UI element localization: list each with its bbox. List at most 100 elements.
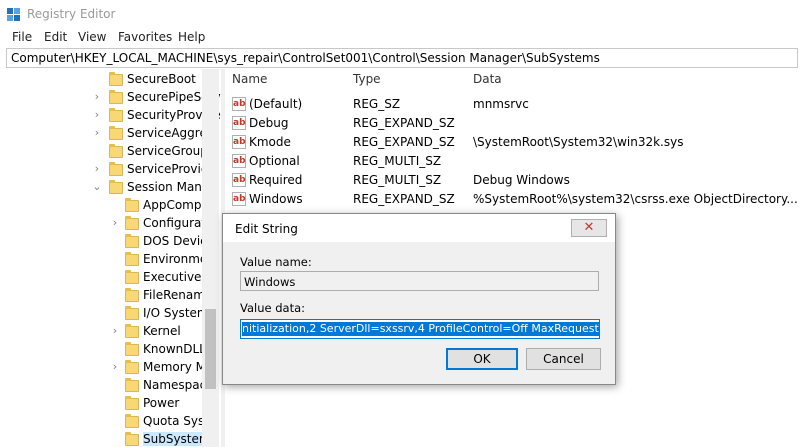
tree-scrollbar[interactable] [202,69,219,447]
tree-item[interactable]: FileRename [0,287,212,305]
value-type: REG_MULTI_SZ [353,173,442,187]
scrollbar-thumb[interactable] [205,309,216,389]
menu-edit[interactable]: Edit [44,30,67,44]
tree-item[interactable]: › Configurati [0,215,210,233]
tree-item[interactable]: AppCompa [0,197,210,215]
dialog-title-bar[interactable]: Edit String ✕ [223,214,615,242]
folder-icon [125,324,139,338]
value-data-label: Value data: [240,301,306,315]
folder-icon [125,306,139,320]
column-header-type[interactable]: Type [353,72,381,86]
tree-item[interactable]: DOS Device [0,233,214,251]
tree-item-selected[interactable]: SubSystems [0,431,217,447]
string-value-icon: ab [232,116,246,130]
tree-item[interactable]: › SecurePipeServ [0,89,221,107]
tree-item-label: Executive [143,270,202,284]
tree-item[interactable]: Namespace [0,377,214,395]
chevron-down-icon[interactable]: ⌄ [92,180,102,194]
menu-view[interactable]: View [78,30,106,44]
menu-bar: File Edit View Favorites Help [0,28,802,48]
chevron-right-icon[interactable]: › [110,360,120,374]
folder-icon [125,360,139,374]
value-name-field: Windows [240,271,599,291]
chevron-right-icon[interactable]: › [92,90,102,104]
tree-item[interactable]: › SecurityProvide [0,107,221,125]
value-data-text: nitialization,2 ServerDll=sxssrv,4 Profi… [242,322,599,336]
value-type: REG_SZ [353,97,401,111]
cancel-button[interactable]: Cancel [526,348,601,370]
string-value-icon: ab [232,97,246,111]
tree-item[interactable]: › ServiceAggreg [0,125,214,143]
value-type: REG_EXPAND_SZ [353,135,455,149]
value-data: %SystemRoot%\system32\csrss.exe ObjectDi… [473,192,798,206]
folder-icon [125,342,139,356]
value-row[interactable]: ab Windows REG_EXPAND_SZ %SystemRoot%\sy… [225,190,802,209]
folder-open-icon [109,180,123,194]
value-type: REG_MULTI_SZ [353,154,442,168]
string-value-icon: ab [232,192,246,206]
tree-item[interactable]: › ServiceProvide [0,161,216,179]
chevron-right-icon[interactable]: › [92,126,102,140]
value-row[interactable]: ab (Default) REG_SZ mnmsrvc [225,95,802,114]
tree-item[interactable]: I/O System [0,305,210,323]
chevron-right-icon[interactable]: › [110,216,120,230]
tree-item-label: I/O System [143,306,209,320]
registry-editor-icon [7,8,20,21]
folder-icon [125,216,139,230]
ok-button[interactable]: OK [446,348,518,370]
value-name-label: Value name: [240,255,312,269]
menu-file[interactable]: File [12,30,32,44]
string-value-icon: ab [232,154,246,168]
chevron-right-icon[interactable]: › [110,324,120,338]
tree-item[interactable]: Power [0,395,210,413]
value-row[interactable]: ab Kmode REG_EXPAND_SZ \SystemRoot\Syste… [225,133,802,152]
value-name: Windows [249,192,303,206]
menu-favorites[interactable]: Favorites [118,30,172,44]
close-icon[interactable]: ✕ [571,219,607,237]
folder-icon [125,414,139,428]
value-data: \SystemRoot\System32\win32k.sys [473,135,684,149]
value-row[interactable]: ab Optional REG_MULTI_SZ [225,152,802,171]
value-name: (Default) [249,97,303,111]
dialog-title: Edit String [235,222,298,236]
value-name: Kmode [249,135,291,149]
tree-item[interactable]: ServiceGroupO [0,143,217,161]
folder-icon [125,252,139,266]
chevron-right-icon[interactable]: › [92,162,102,176]
tree-item[interactable]: Executive [0,269,210,287]
folder-icon [125,432,139,446]
folder-icon [125,198,139,212]
chevron-right-icon[interactable]: › [92,108,102,122]
folder-icon [109,162,123,176]
value-row[interactable]: ab Debug REG_EXPAND_SZ [225,114,802,133]
address-bar[interactable]: Computer\HKEY_LOCAL_MACHINE\sys_repair\C… [6,48,798,68]
tree-item[interactable]: SecureBoot [0,71,210,89]
tree-item[interactable]: Environme [0,251,210,269]
folder-icon [125,288,139,302]
tree-item[interactable]: ⌄ Session Manag [0,179,217,197]
tree-item-label: Configurati [143,216,210,230]
value-row[interactable]: ab Required REG_MULTI_SZ Debug Windows [225,171,802,190]
folder-icon [125,270,139,284]
folder-icon [109,108,123,122]
tree-item[interactable]: › Kernel [0,323,210,341]
folder-icon [125,396,139,410]
tree-item[interactable]: › Memory Ma [0,359,213,377]
folder-icon [109,144,123,158]
value-name: Optional [249,154,300,168]
tree-item-label: Kernel [143,324,181,338]
value-name: Debug [249,116,289,130]
window-title: Registry Editor [27,7,116,21]
key-tree[interactable]: SecureBoot › SecurePipeServ › SecurityPr… [0,69,221,447]
folder-icon [109,126,123,140]
tree-item-label: Environme [143,252,208,266]
value-data-input[interactable]: nitialization,2 ServerDll=sxssrv,4 Profi… [240,319,600,339]
tree-item[interactable]: Quota Syste [0,413,216,431]
value-data: mnmsrvc [473,97,529,111]
tree-item[interactable]: KnownDLLs [0,341,212,359]
menu-help[interactable]: Help [178,30,205,44]
column-header-name[interactable]: Name [232,72,267,86]
address-path: Computer\HKEY_LOCAL_MACHINE\sys_repair\C… [11,51,600,65]
value-type: REG_EXPAND_SZ [353,116,455,130]
column-header-data[interactable]: Data [473,72,502,86]
